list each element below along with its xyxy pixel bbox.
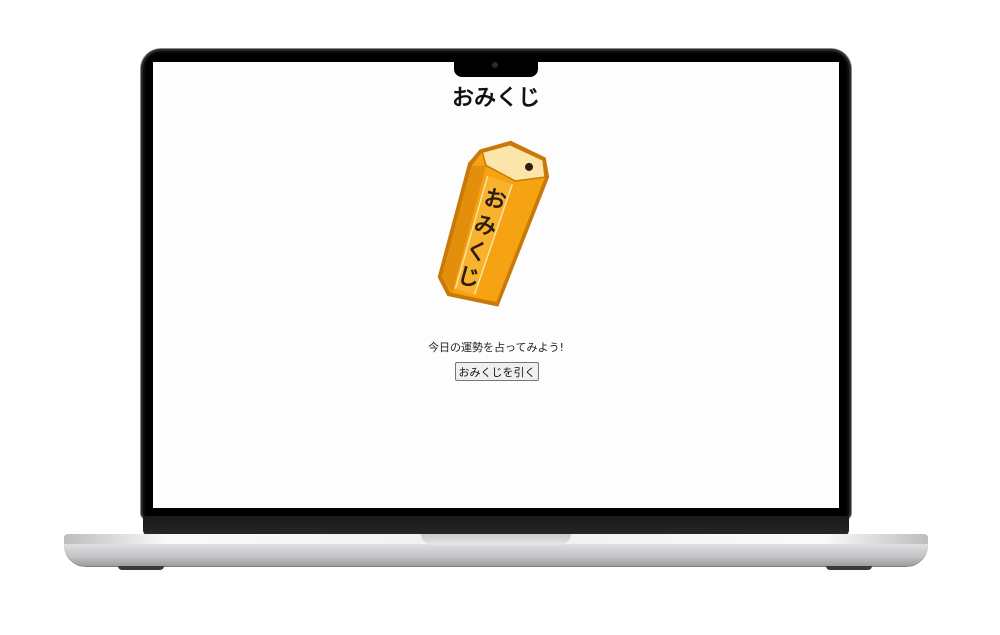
browser-viewport: おみくじ お み く じ 今日の運勢を占ってみよう! おみくじを引く bbox=[153, 62, 839, 508]
laptop-foot-right bbox=[826, 566, 872, 570]
omikuji-box-image: お み く じ bbox=[437, 140, 550, 307]
page-title: おみくじ bbox=[451, 86, 540, 111]
draw-omikuji-button[interactable]: おみくじを引く bbox=[455, 362, 539, 381]
laptop-foot-left bbox=[118, 566, 164, 570]
laptop-mockup: おみくじ お み く じ 今日の運勢を占ってみよう! おみくじを引く bbox=[0, 0, 1000, 635]
webcam-icon bbox=[492, 62, 498, 68]
fortune-prompt-text: 今日の運勢を占ってみよう! bbox=[428, 341, 564, 354]
laptop-hinge bbox=[143, 516, 849, 536]
camera-notch bbox=[454, 59, 538, 77]
lid-thumb-cutout bbox=[421, 534, 571, 545]
laptop-base bbox=[64, 534, 928, 566]
